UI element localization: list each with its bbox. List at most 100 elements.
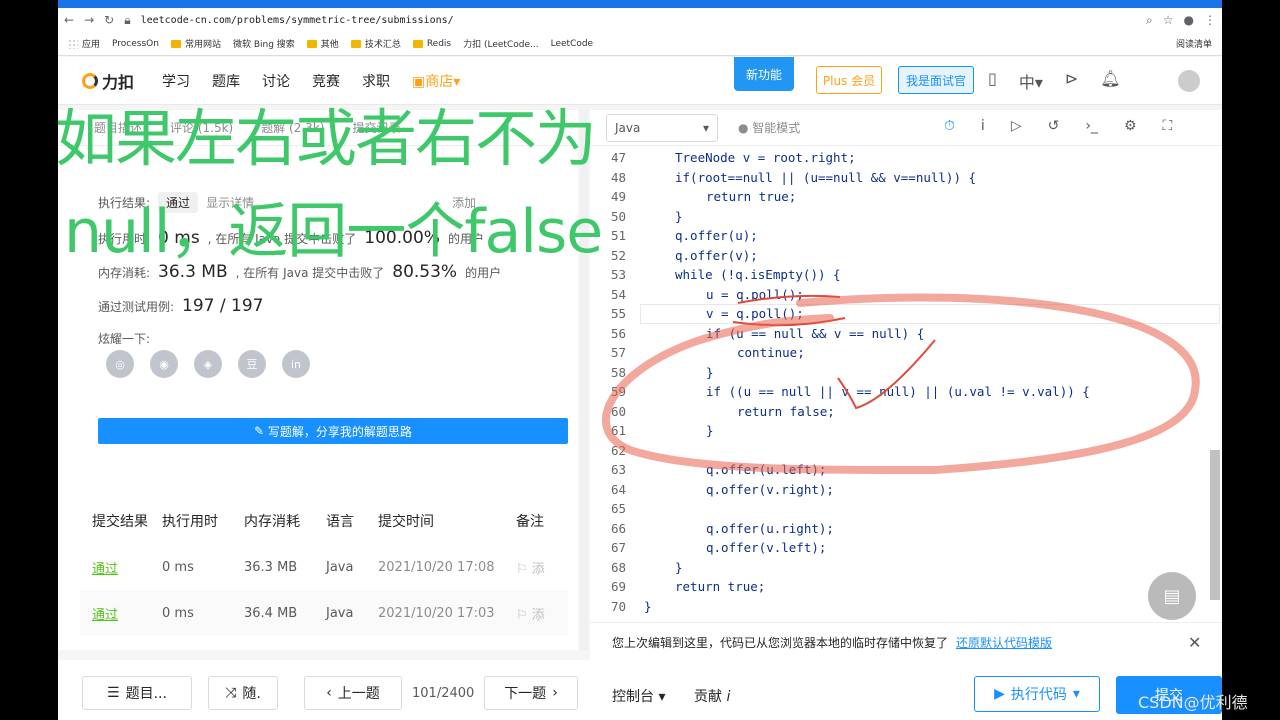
notes-fab[interactable]: ▤ [1148, 572, 1196, 620]
code-line[interactable]: q.offer(u.right); [706, 519, 834, 539]
console-toggle[interactable]: 控制台 ▾ [612, 686, 665, 706]
submission-table: 提交结果 执行用时 内存消耗 语言 提交时间 备注 通过 0 ms 36.3 M… [80, 498, 568, 636]
code-line[interactable]: q.offer(u.left); [706, 460, 826, 480]
bookmark-apps[interactable]: 应用 [68, 37, 100, 50]
url-text[interactable]: leetcode-cn.com/problems/symmetric-tree/… [141, 15, 1136, 26]
run-icon[interactable]: ▷ [1011, 118, 1022, 134]
language-select[interactable]: Java ▾ [606, 113, 718, 142]
line-number: 64 [610, 481, 626, 497]
reload-icon[interactable]: ↻ [104, 13, 114, 27]
timer-icon[interactable]: ⏱︎ [944, 118, 955, 134]
nav-discuss[interactable]: 讨论 [262, 71, 290, 91]
code-line[interactable]: if ((u == null || v == null) || (u.val !… [706, 382, 1090, 402]
time-cell: 2021/10/20 17:03 [378, 605, 495, 621]
linkedin-icon[interactable]: in [282, 350, 310, 378]
reading-list[interactable]: 阅读清单 [1176, 37, 1212, 50]
code-line[interactable]: } [706, 421, 714, 441]
wechat-icon[interactable]: ◎ [106, 350, 134, 378]
code-line[interactable]: if (u == null && v == null) { [706, 324, 924, 344]
profile-icon[interactable]: ● [1184, 13, 1194, 27]
code-line[interactable]: } [675, 207, 683, 227]
interviewer-button[interactable]: 我是面试官 [898, 66, 974, 94]
editor-scrollbar[interactable] [1210, 450, 1220, 600]
col-runtime: 执行用时 [162, 514, 218, 530]
write-solution-button[interactable]: ✎ 写题解，分享我的解题思路 [98, 418, 568, 444]
qq-icon[interactable]: ◈ [194, 350, 222, 378]
random-button[interactable]: ⤨ 随. [208, 676, 278, 710]
code-line[interactable]: q.offer(v); [675, 246, 758, 266]
forward-icon[interactable]: → [84, 13, 94, 27]
code-line[interactable]: q.offer(u); [675, 226, 758, 246]
restore-notice: 您上次编辑到这里，代码已从您浏览器本地的临时存储中恢复了 还原默认代码模版 ✕ [590, 622, 1222, 662]
next-problem-button[interactable]: 下一题 › [484, 676, 578, 710]
code-line[interactable]: q.offer(v.left); [706, 538, 826, 558]
bookmark-common[interactable]: 常用网站 [170, 37, 221, 50]
code-line[interactable]: continue; [737, 343, 805, 363]
douban-icon[interactable]: 豆 [238, 350, 266, 378]
terminal-icon[interactable]: ›_ [1085, 118, 1098, 134]
mobile-icon[interactable]: ▯ [988, 69, 997, 93]
code-line[interactable]: q.offer(v.right); [706, 480, 834, 500]
line-number: 66 [610, 520, 626, 536]
fullscreen-icon[interactable]: ⛶ [1163, 118, 1173, 134]
new-feature-badge[interactable]: 新功能 [734, 57, 794, 91]
contribute-button[interactable]: 贡献 i [694, 686, 730, 706]
bookmark-leetcode-cn[interactable]: 力扣 (LeetCode... [463, 37, 538, 50]
code-line[interactable]: return true; [706, 187, 796, 207]
star-icon[interactable]: ☆ [1163, 13, 1174, 27]
code-line[interactable]: } [644, 597, 652, 617]
panel-splitter[interactable] [580, 110, 588, 650]
code-line[interactable]: return false; [737, 402, 835, 422]
playground-icon[interactable]: ⊳ [1065, 69, 1078, 93]
table-row[interactable]: 通过 0 ms 36.4 MB Java 2021/10/20 17:03 ⚐ … [80, 590, 568, 636]
restore-default-link[interactable]: 还原默认代码模版 [956, 634, 1052, 651]
bookmark-other[interactable]: 其他 [306, 37, 339, 50]
bookmark-bing[interactable]: 微软 Bing 搜索 [233, 37, 295, 50]
back-icon[interactable]: ← [64, 13, 74, 27]
code-area[interactable]: 47 TreeNode v = root.right; 48 if(root==nul… [590, 148, 1220, 618]
restore-message: 您上次编辑到这里，代码已从您浏览器本地的临时存储中恢复了 [612, 636, 949, 650]
avatar[interactable] [1178, 70, 1200, 92]
nav-problems[interactable]: 题库 [212, 71, 240, 91]
table-row[interactable]: 通过 0 ms 36.3 MB Java 2021/10/20 17:08 ⚐ … [80, 544, 568, 590]
problem-list-button[interactable]: ☰ 题目... [82, 676, 192, 710]
result-link[interactable]: 通过 [80, 558, 162, 577]
plus-member-button[interactable]: Plus 会员 [816, 66, 882, 94]
nav-store[interactable]: ▣商店▾ [412, 71, 460, 91]
bell-icon[interactable]: 🔔︎ [1100, 69, 1120, 93]
run-code-button[interactable]: ▶ 执行代码 ▾ [974, 676, 1100, 712]
result-link[interactable]: 通过 [80, 604, 162, 623]
nav-jobs[interactable]: 求职 [362, 71, 390, 91]
code-line[interactable]: TreeNode v = root.right; [675, 148, 856, 168]
weibo-icon[interactable]: ◉ [150, 350, 178, 378]
code-line[interactable]: } [675, 558, 683, 578]
settings-icon[interactable]: ⚙︎ [1124, 118, 1137, 134]
code-line[interactable]: } [706, 363, 714, 383]
zoom-icon[interactable]: ⌕ [1146, 13, 1153, 28]
csdn-watermark: CSDN@优利德 [1138, 693, 1248, 712]
info-icon[interactable]: ⅰ [981, 118, 985, 134]
close-icon[interactable]: ✕ [1188, 633, 1201, 652]
leetcode-logo[interactable]: 力扣 [82, 69, 134, 93]
bookmark-processon[interactable]: ProcessOn [112, 39, 159, 49]
language-switch[interactable]: 中▾ [1019, 69, 1043, 93]
menu-icon[interactable]: ⋮ [1204, 13, 1216, 27]
bookmark-tech[interactable]: 技术汇总 [350, 37, 401, 50]
share-icons: ◎ ◉ ◈ 豆 in [106, 350, 310, 378]
folder-icon [350, 39, 361, 48]
nav-contest[interactable]: 竞赛 [312, 71, 340, 91]
code-line[interactable]: u = q.poll(); [706, 285, 804, 305]
bookmark-leetcode[interactable]: LeetCode [551, 39, 594, 49]
code-line[interactable]: if(root==null || (u==null && v==null)) { [675, 168, 976, 188]
reset-icon[interactable]: ↺ [1048, 118, 1060, 134]
smart-mode-toggle[interactable]: ● 智能模式 [738, 119, 800, 136]
code-line[interactable]: return true; [675, 577, 765, 597]
code-line[interactable]: while (!q.isEmpty()) { [675, 265, 841, 285]
bookmark-redis[interactable]: Redis [412, 39, 451, 49]
nav-learn[interactable]: 学习 [162, 71, 190, 91]
note-cell[interactable]: ⚐ 添 [516, 558, 568, 577]
note-cell[interactable]: ⚐ 添 [516, 604, 568, 623]
folder-icon [306, 39, 317, 48]
address-bar[interactable]: ← → ↻ 🔒︎ leetcode-cn.com/problems/symmet… [58, 8, 1222, 32]
prev-problem-button[interactable]: ‹ 上一题 [304, 676, 402, 710]
